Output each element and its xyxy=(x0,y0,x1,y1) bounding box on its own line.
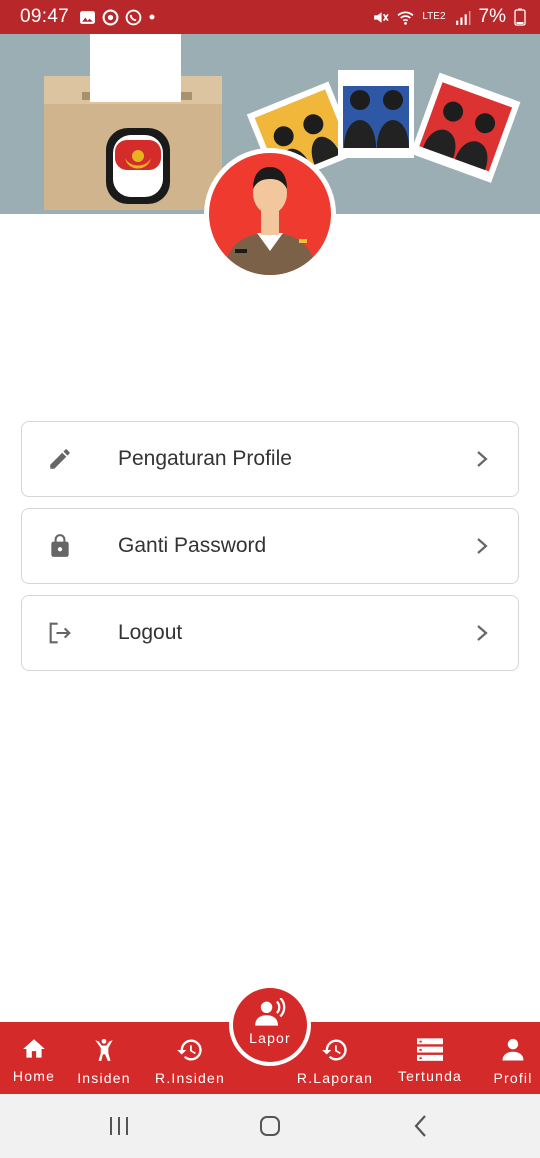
nav-label: Profil xyxy=(493,1070,533,1086)
profile-menu: Pengaturan Profile Ganti Password Logout xyxy=(21,421,519,682)
status-bar: 09:47 LTE2 7% xyxy=(0,0,540,34)
gallery-icon xyxy=(80,10,95,24)
nav-label: Home xyxy=(12,1068,56,1084)
lock-icon xyxy=(45,531,75,561)
history-icon xyxy=(322,1039,347,1061)
home-button-icon[interactable] xyxy=(258,1114,282,1138)
system-navigation-bar xyxy=(0,1094,540,1158)
network-type: LTE2 xyxy=(422,11,446,22)
menu-item-label: Ganti Password xyxy=(118,534,267,557)
battery-icon xyxy=(514,8,526,26)
menu-item-change-password[interactable]: Ganti Password xyxy=(21,508,519,584)
person-icon xyxy=(95,1038,113,1061)
home-icon xyxy=(23,1039,45,1058)
profile-icon xyxy=(502,1038,524,1061)
profile-screen: 09:47 LTE2 7% Pengaturan Profile Ganti P… xyxy=(0,0,540,1158)
lapor-label: Lapor xyxy=(249,1030,291,1046)
report-voice-icon xyxy=(255,998,286,1026)
nav-item-profil[interactable]: Profil xyxy=(486,1022,540,1094)
recent-apps-icon[interactable] xyxy=(108,1114,130,1138)
nav-label: Tertunda xyxy=(397,1068,463,1084)
menu-item-logout[interactable]: Logout xyxy=(21,595,519,671)
nav-label: R.Insiden xyxy=(155,1070,225,1086)
notification-icons xyxy=(79,9,156,26)
menu-item-label: Pengaturan Profile xyxy=(118,447,292,470)
nav-item-home[interactable]: Home xyxy=(8,1022,60,1094)
status-time: 09:47 xyxy=(20,6,70,27)
nav-item-r-insiden[interactable]: R.Insiden xyxy=(148,1022,232,1094)
chevron-right-icon xyxy=(477,538,488,554)
system-indicators: LTE2 7% xyxy=(372,6,526,28)
sync-icon xyxy=(102,9,119,25)
officer-avatar xyxy=(223,167,317,275)
menu-item-profile-settings[interactable]: Pengaturan Profile xyxy=(21,421,519,497)
nav-item-insiden[interactable]: Insiden xyxy=(72,1022,136,1094)
back-icon[interactable] xyxy=(410,1114,432,1138)
nav-label: R.Laporan xyxy=(296,1070,374,1086)
lapor-button[interactable]: Lapor xyxy=(233,988,307,1062)
whatsapp-icon xyxy=(125,9,142,25)
chevron-right-icon xyxy=(477,625,488,641)
nav-label: Insiden xyxy=(77,1070,131,1086)
signal-icon xyxy=(455,10,470,25)
battery-percent: 7% xyxy=(478,6,506,27)
nav-item-tertunda[interactable]: Tertunda xyxy=(392,1022,468,1094)
pencil-icon xyxy=(45,444,75,474)
chevron-right-icon xyxy=(477,451,488,467)
logout-icon xyxy=(45,618,75,648)
profile-avatar[interactable] xyxy=(204,148,336,280)
mute-icon xyxy=(374,11,390,23)
list-icon xyxy=(417,1038,443,1061)
history-icon xyxy=(177,1039,202,1061)
menu-item-label: Logout xyxy=(118,621,183,644)
wifi-icon xyxy=(397,11,414,25)
dot-icon xyxy=(149,14,155,20)
